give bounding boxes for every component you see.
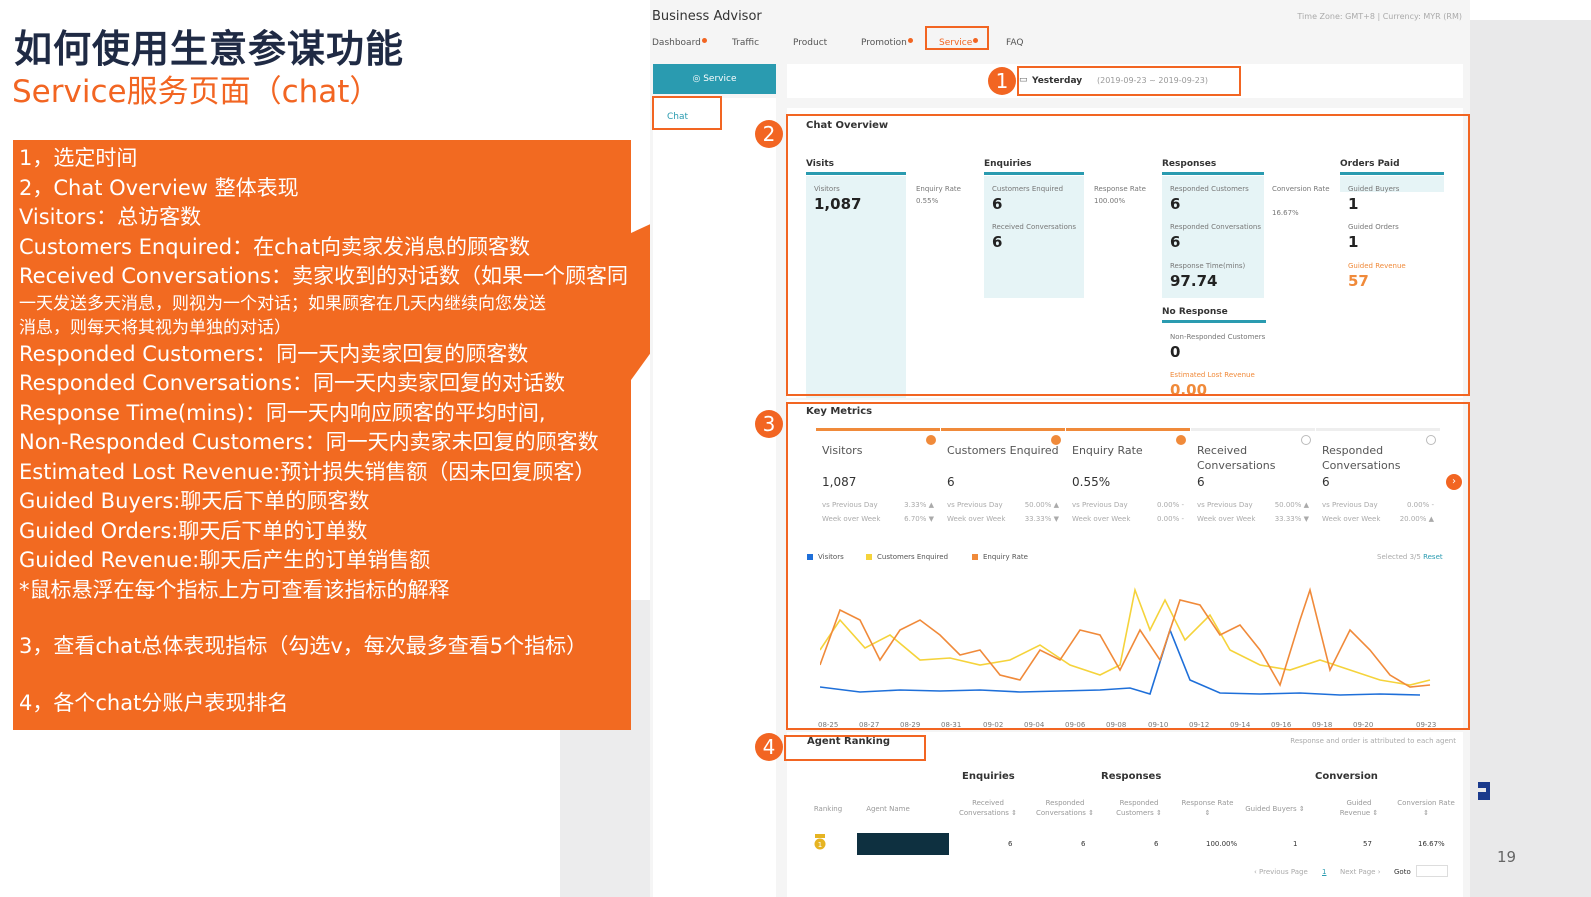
callout-number: 1 [988, 67, 1016, 95]
panel-line: 一天发送多天消息，则视为一个对话；如果顾客在几天内继续向您发送 [19, 293, 546, 314]
panel-line: Guided Buyers:聊天后下单的顾客数 [19, 489, 370, 513]
logo-fragment [1478, 782, 1490, 800]
cell-conversion-rate: 16.67% [1418, 840, 1445, 848]
sidebar [653, 130, 776, 897]
nav-product[interactable]: Product [793, 38, 827, 48]
medal-icon: 1 [814, 834, 826, 850]
timezone-text: Time Zone: GMT+8 | Currency: MYR (RM) [1297, 12, 1462, 21]
group-responses-header: Responses [1101, 771, 1162, 782]
panel-line: Visitors：总访客数 [19, 205, 202, 229]
previous-page-button[interactable]: ‹ Previous Page [1254, 868, 1308, 876]
callout-number: 4 [755, 733, 783, 761]
page-1-button[interactable]: 1 [1322, 868, 1326, 876]
col-ranking: Ranking [813, 805, 843, 813]
nav-label: Traffic [732, 38, 760, 48]
alert-dot-icon [701, 38, 707, 43]
svg-text:1: 1 [818, 841, 822, 849]
group-enquiries-header: Enquiries [962, 771, 1015, 782]
nav-promotion[interactable]: Promotion [861, 38, 913, 48]
goto-input[interactable] [1416, 865, 1448, 877]
slide-subtitle: Service服务页面（chat） [12, 74, 381, 110]
app-title: Business Advisor [652, 9, 762, 24]
panel-line: Non-Responded Customers：同一天内卖家未回复的顾客数 [19, 430, 599, 454]
sidebar-service-button[interactable]: ◎ Service [653, 64, 776, 94]
panel-line: 1，选定时间 [19, 146, 138, 170]
highlight-box [784, 735, 926, 761]
panel-line: Customers Enquired：在chat向卖家发消息的顾客数 [19, 234, 531, 259]
cell-responded-customers: 6 [1154, 840, 1159, 848]
callout-number: 2 [755, 120, 783, 148]
panel-line: 2，Chat Overview 整体表现 [19, 175, 299, 200]
nav-label: Promotion [861, 38, 907, 48]
nav-traffic[interactable]: Traffic [732, 38, 759, 48]
globe-icon: ◎ [692, 74, 704, 84]
alert-dot-icon [907, 38, 913, 43]
col-conversion-rate[interactable]: Conversion Rate ⇕ [1396, 798, 1456, 818]
group-conversion-header: Conversion [1315, 771, 1378, 782]
col-responded-conversations[interactable]: Responded Conversations ⇕ [1030, 798, 1100, 818]
highlight-box [786, 114, 1470, 396]
col-response-rate[interactable]: Response Rate ⇕ [1180, 798, 1235, 818]
panel-line: Responded Customers：同一天内卖家回复的顾客数 [19, 341, 529, 366]
cell-guided-buyers: 1 [1293, 840, 1298, 848]
col-agent-name: Agent Name [866, 805, 910, 813]
panel-line: Guided Revenue:聊天后产生的订单销售额 [19, 548, 431, 572]
cell-response-rate: 100.00% [1206, 840, 1238, 848]
agent-name-redacted [857, 833, 949, 855]
col-received-conversations[interactable]: Received Conversations ⇕ [958, 798, 1018, 818]
nav-label: FAQ [1006, 38, 1024, 48]
col-responded-customers[interactable]: Responded Customers ⇕ [1110, 798, 1168, 818]
highlight-box [652, 96, 722, 130]
panel-line: *鼠标悬浮在每个指标上方可查看该指标的解释 [19, 577, 450, 602]
col-guided-buyers[interactable]: Guided Buyers ⇕ [1242, 804, 1308, 814]
cell-guided-revenue: 57 [1363, 840, 1372, 848]
panel-line: 消息，则每天将其视为单独的对话） [19, 317, 291, 338]
panel-line: 3，查看chat总体表现指标（勾选v，每次最多查看5个指标） [19, 634, 588, 658]
agent-ranking-note: Response and order is attributed to each… [1290, 737, 1456, 745]
panel-line: Response Time(mins)：同一天内响应顾客的平均时间, [19, 400, 546, 425]
nav-faq[interactable]: FAQ [1006, 38, 1023, 48]
highlight-box [786, 402, 1470, 730]
highlight-box [1017, 66, 1241, 96]
panel-line: Guided Orders:聊天后下单的订单数 [19, 518, 368, 543]
cell-received-conversations: 6 [1008, 840, 1013, 848]
sidebar-label: Service [703, 74, 737, 84]
goto-label: Goto [1394, 868, 1411, 876]
panel-line: Responded Conversations：同一天内卖家回复的对话数 [19, 371, 566, 395]
highlight-box [925, 26, 989, 50]
nav-dashboard[interactable]: Dashboard [652, 38, 707, 48]
explanation-panel: 1，选定时间 2，Chat Overview 整体表现 Visitors：总访客… [13, 140, 631, 730]
nav-label: Dashboard [652, 38, 701, 48]
top-nav: Dashboard Traffic Product Promotion Serv… [652, 38, 1152, 52]
cell-responded-conversations: 6 [1081, 840, 1086, 848]
panel-line: Estimated Lost Revenue:预计损失销售额（因未回复顾客） [19, 459, 596, 484]
slide-title: 如何使用生意参谋功能 [14, 27, 405, 71]
page-number: 19 [1497, 848, 1517, 866]
panel-line: Received Conversations：卖家收到的对话数（如果一个顾客同 [19, 264, 628, 288]
panel-line: 4，各个chat分账户表现排名 [19, 690, 289, 715]
callout-number: 3 [755, 410, 783, 438]
col-guided-revenue[interactable]: Guided Revenue ⇕ [1334, 798, 1384, 818]
next-page-button[interactable]: Next Page › [1340, 868, 1381, 876]
nav-label: Product [793, 38, 828, 48]
